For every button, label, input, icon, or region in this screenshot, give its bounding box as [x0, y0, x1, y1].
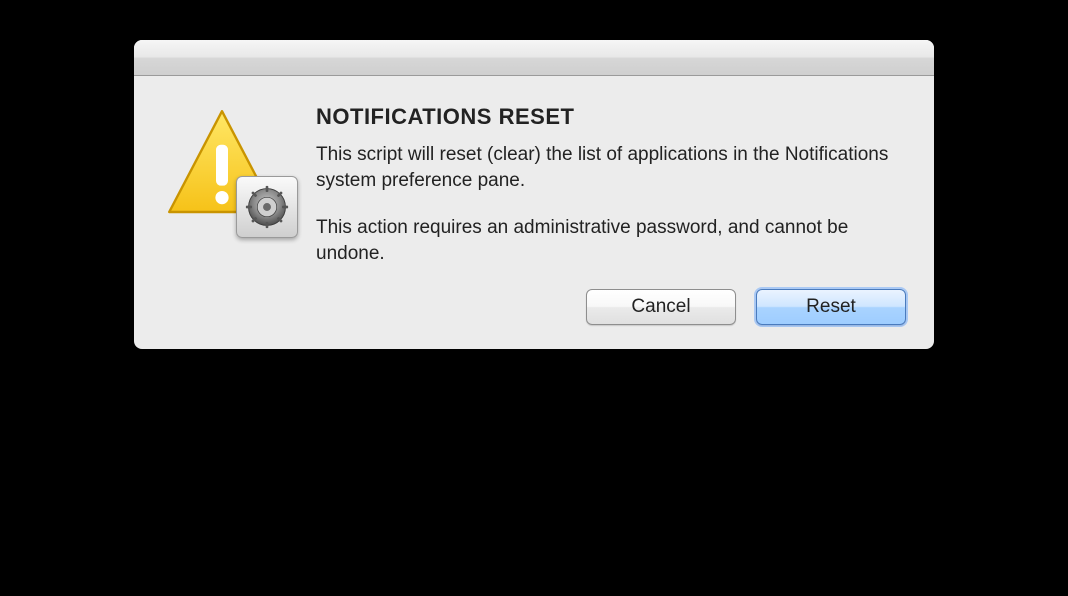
- system-preferences-icon: [236, 176, 298, 238]
- cancel-button[interactable]: Cancel: [586, 289, 736, 325]
- dialog-button-row: Cancel Reset: [316, 289, 906, 325]
- dialog-content: NOTIFICATIONS RESET This script will res…: [316, 104, 906, 325]
- dialog-message-2: This action requires an administrative p…: [316, 215, 906, 266]
- dialog-message-1: This script will reset (clear) the list …: [316, 142, 906, 193]
- dialog-title: NOTIFICATIONS RESET: [316, 104, 906, 130]
- dialog-body: NOTIFICATIONS RESET This script will res…: [134, 76, 934, 349]
- alert-dialog: NOTIFICATIONS RESET This script will res…: [134, 40, 934, 349]
- window-titlebar: [134, 40, 934, 76]
- reset-button[interactable]: Reset: [756, 289, 906, 325]
- alert-icon-area: [162, 104, 290, 232]
